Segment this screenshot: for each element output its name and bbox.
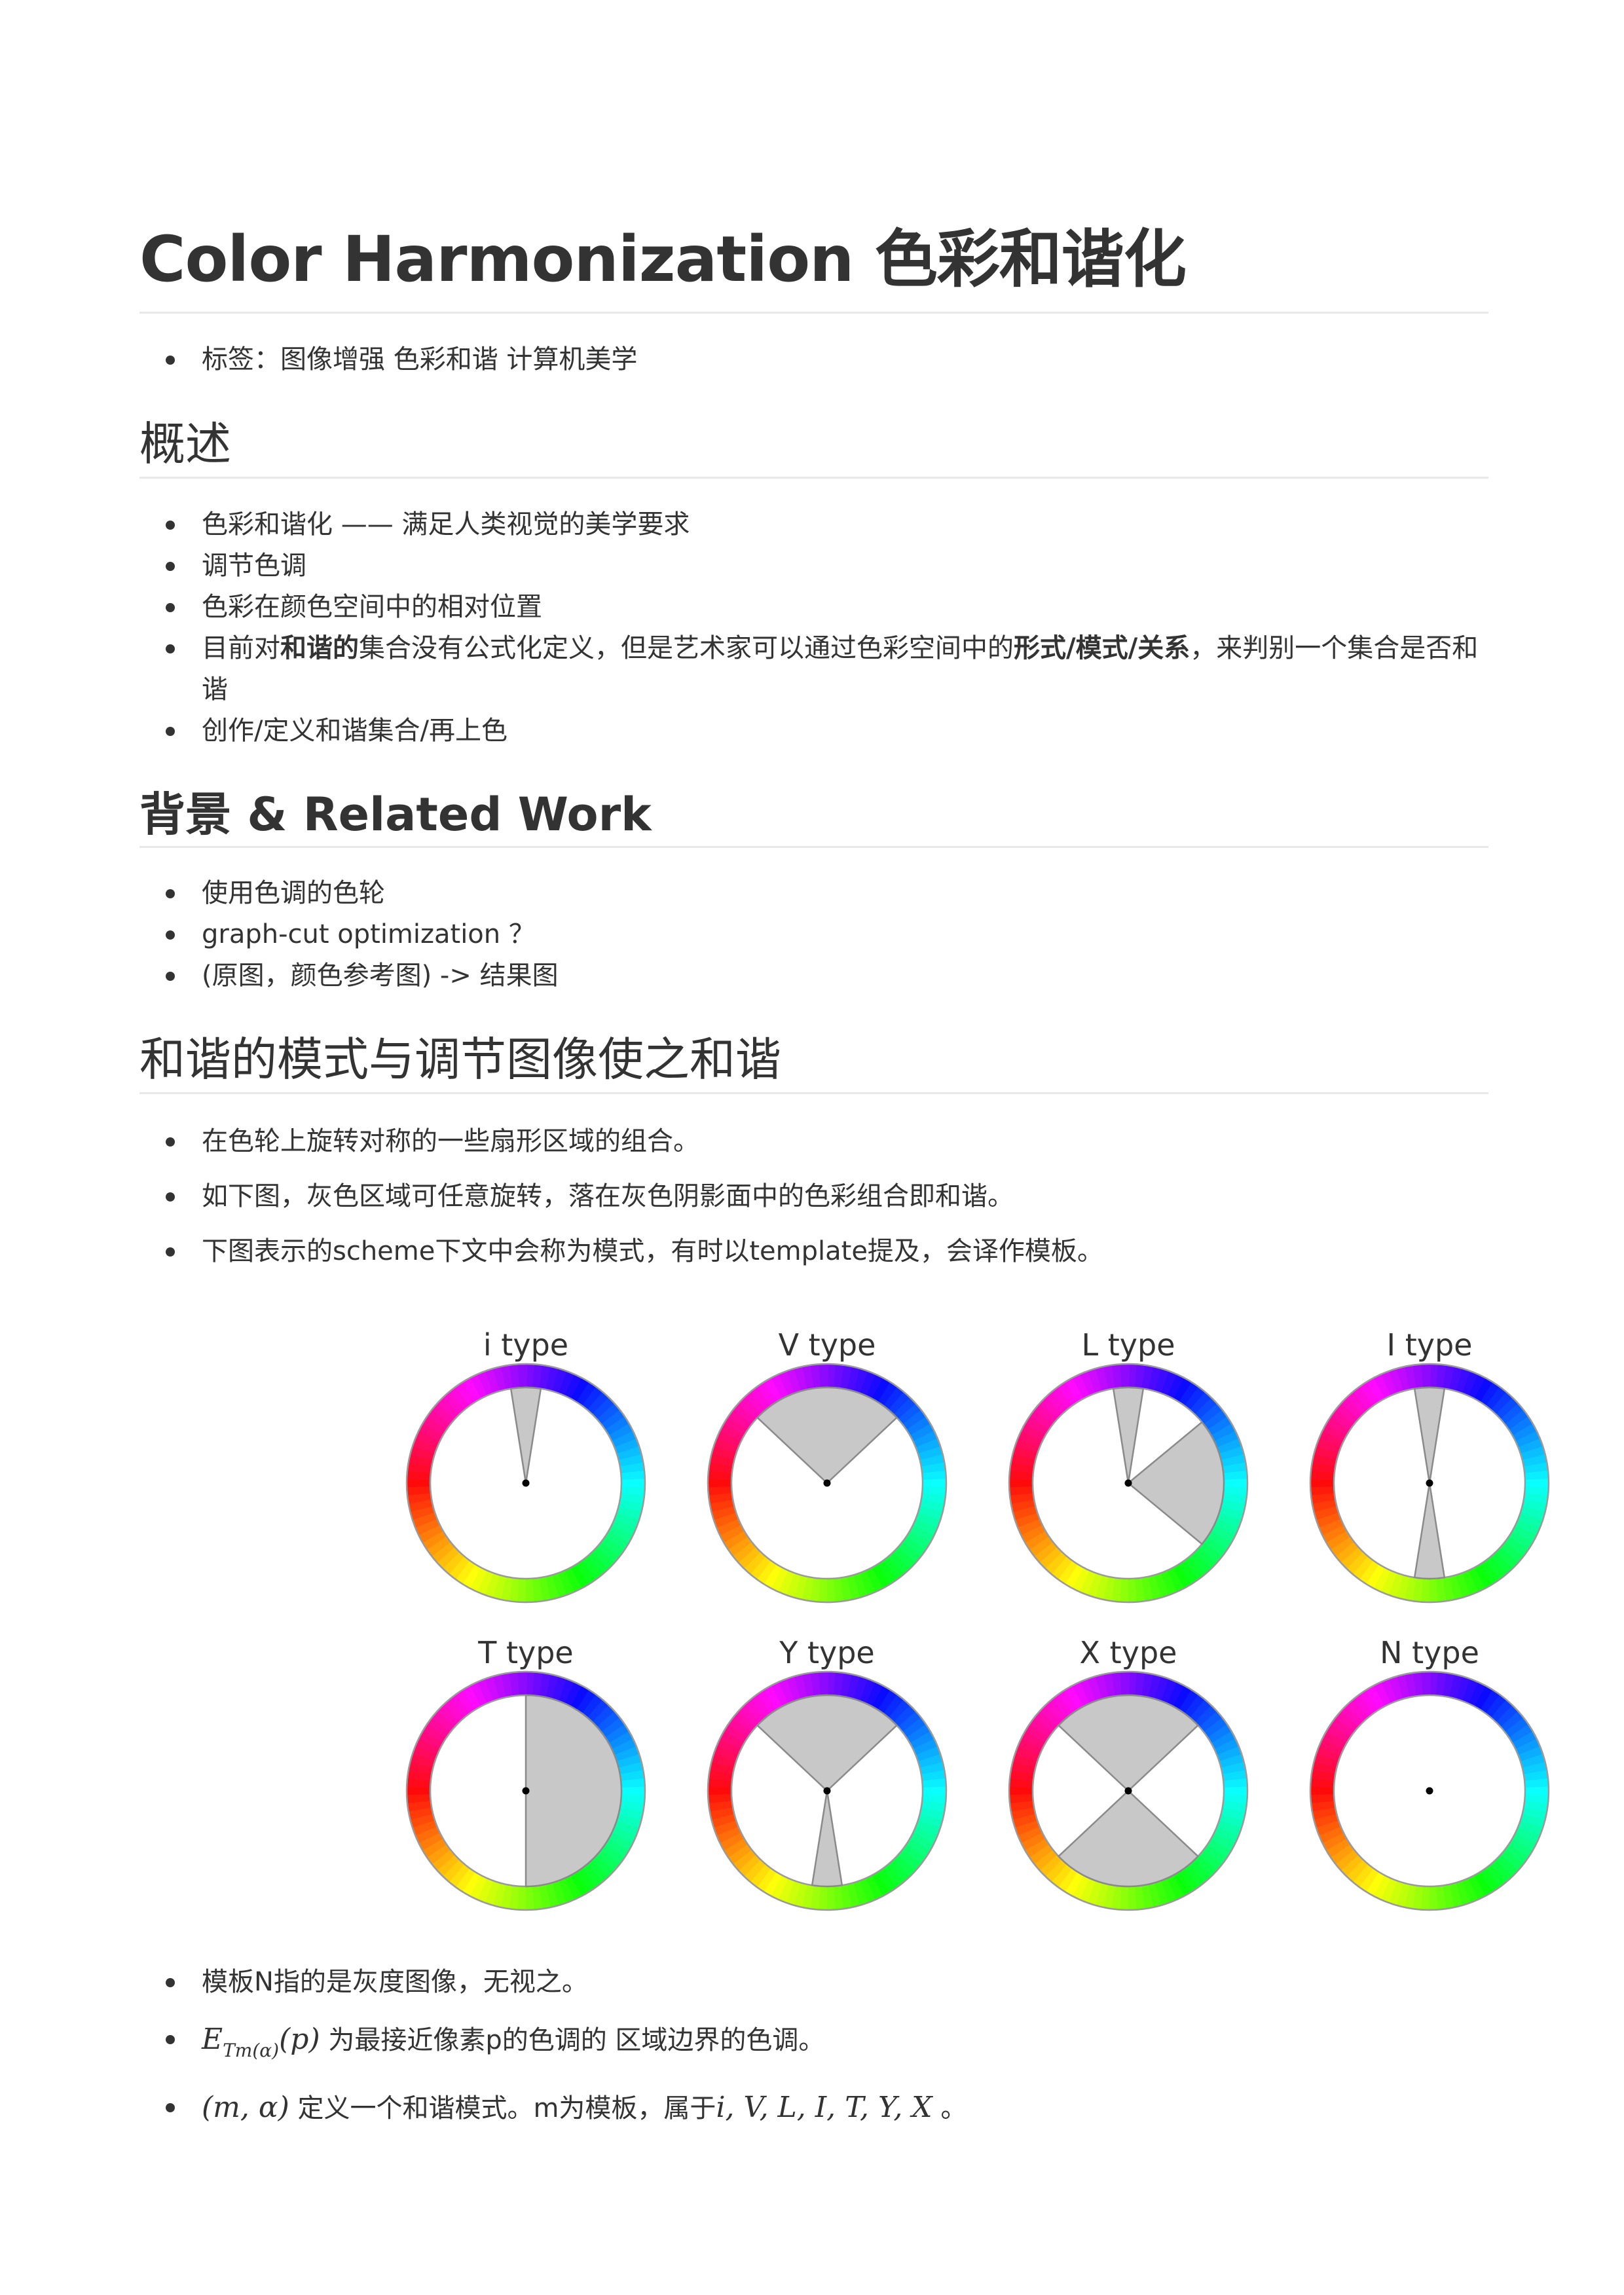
math-argument: (p) [279, 2023, 320, 2056]
bold-text: 形式/模式/关系 [1014, 633, 1190, 663]
template-label: N type [1380, 1635, 1479, 1670]
template-wheel: I type [1309, 1327, 1550, 1604]
list-item: (原图，颜色参考图) -> 结果图 [139, 955, 1488, 997]
wheel-center-dot [823, 1479, 831, 1487]
list-item: 色彩在颜色空间中的相对位置 [139, 587, 1488, 628]
template-label: X type [1080, 1635, 1177, 1670]
template-wheel: i type [405, 1327, 646, 1604]
page-title: Color Harmonization 色彩和谐化 [139, 223, 1187, 296]
wheel-center-dot [1124, 1787, 1132, 1795]
text-run: 定义一个和谐模式。m为模板，属于 [289, 2093, 716, 2123]
background-list: 使用色调的色轮 graph-cut optimization ？ (原图，颜色参… [139, 873, 1488, 997]
template-label: T type [477, 1635, 573, 1670]
math-subscript: Tm(α) [223, 2040, 280, 2061]
template-wheel: X type [1008, 1635, 1249, 1911]
notes-list: 模板N指的是灰度图像，无视之。 ETm(α)(p) 为最接近像素p的色调的 区域… [139, 1962, 1488, 2129]
overview-list: 色彩和谐化 —— 满足人类视觉的美学要求 调节色调 色彩在颜色空间中的相对位置 … [139, 504, 1488, 752]
template-label: i type [483, 1327, 568, 1363]
wheel-center-dot [1426, 1479, 1433, 1487]
tags-list: 标签：图像增强 色彩和谐 计算机美学 [139, 339, 1488, 380]
tags-values: 图像增强 色彩和谐 计算机美学 [280, 344, 638, 375]
text-run: 目前对 [202, 633, 280, 663]
wheel-center-dot [522, 1787, 530, 1795]
overview-divider [139, 477, 1488, 479]
template-wheel: N type [1309, 1635, 1550, 1911]
overview-heading: 概述 [139, 417, 231, 471]
template-wheel: L type [1008, 1327, 1249, 1604]
wheel-center-dot [1124, 1479, 1132, 1487]
text-run: 集合没有公式化定义，但是艺术家可以通过色彩空间中的 [359, 633, 1014, 663]
templates-heading: 和谐的模式与调节图像使之和谐 [139, 1033, 781, 1086]
list-item: 如下图，灰色区域可任意旋转，落在灰色阴影面中的色彩组合即和谐。 [139, 1176, 1488, 1217]
math-expression: ETm(α)(p) [202, 2023, 320, 2061]
background-heading: 背景 & Related Work [139, 788, 652, 841]
text-run: 为最接近像素p的色调的 区域边界的色调。 [320, 2025, 825, 2055]
templates-list: 在色轮上旋转对称的一些扇形区域的组合。 如下图，灰色区域可任意旋转，落在灰色阴影… [139, 1121, 1488, 1272]
tags-item: 标签：图像增强 色彩和谐 计算机美学 [139, 339, 1488, 380]
wheel-center-dot [522, 1479, 530, 1487]
list-item: 在色轮上旋转对称的一些扇形区域的组合。 [139, 1121, 1488, 1162]
list-item: 模板N指的是灰度图像，无视之。 [139, 1962, 1488, 2003]
template-label: Y type [779, 1635, 874, 1670]
template-label: I type [1387, 1327, 1473, 1363]
templates-divider [139, 1092, 1488, 1094]
template-wheel: V type [707, 1327, 948, 1604]
template-wheel: Y type [707, 1635, 948, 1911]
list-item: 下图表示的scheme下文中会称为模式，有时以template提及，会译作模板。 [139, 1231, 1488, 1272]
list-item: graph-cut optimization ？ [139, 914, 1488, 955]
math-symbol: E [202, 2023, 223, 2056]
title-divider [139, 312, 1488, 314]
template-wheel: T type [405, 1635, 646, 1911]
template-label: L type [1081, 1327, 1175, 1363]
bold-text: 和谐的 [280, 633, 359, 663]
harmonic-templates-figure: i type V type L type I type T type Y type X ty… [405, 1327, 1550, 1911]
tags-label: 标签： [202, 344, 280, 375]
list-item: (m, α) 定义一个和谐模式。m为模板，属于i, V, L, I, T, Y,… [139, 2087, 1488, 2129]
wheel-center-dot [1426, 1787, 1433, 1795]
list-item: 使用色调的色轮 [139, 873, 1488, 914]
list-item: ETm(α)(p) 为最接近像素p的色调的 区域边界的色调。 [139, 2019, 1488, 2071]
math-set: i, V, L, I, T, Y, X [716, 2091, 932, 2124]
template-label: V type [779, 1327, 876, 1363]
list-item: 创作/定义和谐集合/再上色 [139, 710, 1488, 752]
background-divider [139, 846, 1488, 848]
list-item: 调节色调 [139, 545, 1488, 587]
text-run: 。 [932, 2093, 967, 2123]
wheel-center-dot [823, 1787, 831, 1795]
list-item: 色彩和谐化 —— 满足人类视觉的美学要求 [139, 504, 1488, 545]
math-expression: (m, α) [202, 2091, 289, 2124]
list-item: 目前对和谐的集合没有公式化定义，但是艺术家可以通过色彩空间中的形式/模式/关系，… [139, 628, 1488, 710]
